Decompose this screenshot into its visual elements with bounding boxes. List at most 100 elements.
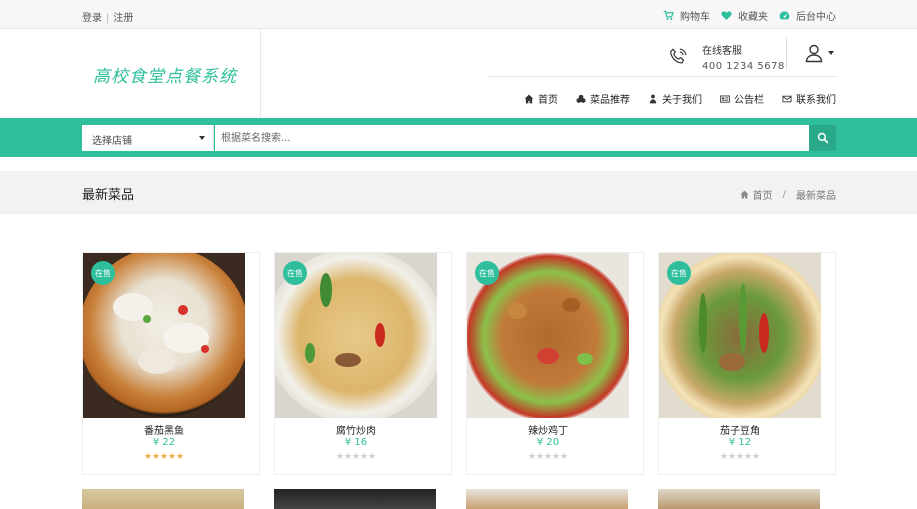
favorites-link[interactable]: 收藏夹 bbox=[721, 8, 768, 23]
nav-recommend-label: 菜品推荐 bbox=[590, 95, 630, 106]
service-title: 在线客服 bbox=[702, 46, 742, 57]
search-bar: 选择店铺 bbox=[0, 118, 917, 157]
dish-price: ¥ 20 bbox=[536, 437, 560, 448]
dish-photo bbox=[759, 313, 769, 353]
divider bbox=[786, 38, 787, 70]
nav-contact[interactable]: 联系我们 bbox=[782, 91, 836, 106]
nav-about[interactable]: 关于我们 bbox=[648, 91, 702, 106]
main-nav: 首页 菜品推荐 关于我们 公告栏 联系我们 bbox=[524, 91, 836, 106]
breadcrumb-home[interactable]: 首页 bbox=[753, 187, 773, 202]
dish-photo bbox=[335, 353, 361, 367]
dish-card[interactable] bbox=[658, 489, 836, 509]
person-icon bbox=[649, 94, 657, 103]
section-header: 最新菜品 首页 / 最新菜品 bbox=[0, 171, 917, 214]
star-icon: ★★★★★ bbox=[143, 452, 185, 462]
dish-photo bbox=[178, 305, 188, 315]
dish-card[interactable] bbox=[274, 489, 452, 509]
dish-card[interactable]: 在售 番茄黑鱼 ¥ 22 ★★★★★ bbox=[82, 252, 260, 475]
search-input[interactable] bbox=[215, 125, 809, 151]
rating-stars: ★★★★★ bbox=[275, 452, 437, 462]
dish-photo bbox=[320, 273, 332, 307]
nav-home[interactable]: 首页 bbox=[524, 91, 558, 106]
cart-label: 购物车 bbox=[680, 12, 710, 23]
heart-icon bbox=[721, 11, 732, 20]
admin-link[interactable]: 后台中心 bbox=[779, 8, 836, 23]
dish-photo bbox=[537, 348, 559, 364]
dish-image bbox=[82, 489, 244, 509]
dashboard-icon bbox=[779, 11, 790, 20]
dish-photo bbox=[739, 283, 747, 353]
breadcrumb-separator: / bbox=[782, 189, 786, 200]
dish-image bbox=[466, 489, 628, 509]
login-link[interactable]: 登录 bbox=[82, 13, 102, 24]
user-icon bbox=[805, 44, 823, 63]
cart-link[interactable]: 购物车 bbox=[663, 8, 710, 23]
home-icon bbox=[740, 190, 749, 199]
cart-icon bbox=[663, 10, 674, 20]
divider bbox=[488, 76, 836, 77]
user-menu[interactable] bbox=[804, 43, 834, 63]
dish-photo bbox=[375, 323, 385, 347]
star-icon: ★★★★★ bbox=[335, 452, 377, 462]
nav-notice-label: 公告栏 bbox=[734, 95, 764, 106]
newspaper-icon bbox=[720, 94, 730, 103]
logo[interactable]: 高校食堂点餐系统 bbox=[0, 29, 261, 118]
register-link[interactable]: 注册 bbox=[113, 13, 133, 24]
on-sale-badge: 在售 bbox=[667, 261, 691, 285]
top-bar: 登录 | 注册 购物车 收藏夹 后台中心 bbox=[0, 0, 917, 29]
dish-card[interactable]: 在售 茄子豆角 ¥ 12 ★★★★★ bbox=[658, 252, 836, 475]
nav-notice[interactable]: 公告栏 bbox=[720, 91, 764, 106]
logo-text: 高校食堂点餐系统 bbox=[93, 67, 237, 87]
rating-stars: ★★★★★ bbox=[83, 452, 245, 462]
on-sale-badge: 在售 bbox=[283, 261, 307, 285]
dish-price: ¥ 12 bbox=[728, 437, 752, 448]
dish-price: ¥ 16 bbox=[344, 437, 368, 448]
dish-photo bbox=[577, 353, 593, 365]
on-sale-badge: 在售 bbox=[475, 261, 499, 285]
home-icon bbox=[524, 94, 534, 103]
nav-home-label: 首页 bbox=[538, 95, 558, 106]
chevron-down-icon bbox=[828, 51, 834, 55]
store-select[interactable]: 选择店铺 bbox=[82, 125, 214, 151]
breadcrumb: 首页 / 最新菜品 bbox=[740, 187, 836, 202]
dish-photo bbox=[305, 343, 315, 363]
online-service[interactable]: 在线客服 400 1234 5678 bbox=[667, 42, 785, 72]
dish-photo bbox=[719, 353, 745, 371]
header: 高校食堂点餐系统 在线客服 400 1234 5678 首页 菜品推荐 关于我们… bbox=[0, 29, 917, 118]
dish-name[interactable]: 辣炒鸡丁 bbox=[467, 422, 629, 437]
dish-photo bbox=[143, 315, 151, 323]
on-sale-badge: 在售 bbox=[91, 261, 115, 285]
star-icon: ★★★★★ bbox=[527, 452, 569, 462]
dish-price: ¥ 22 bbox=[152, 437, 176, 448]
dish-name[interactable]: 茄子豆角 bbox=[659, 422, 821, 437]
dish-card[interactable]: 在售 辣炒鸡丁 ¥ 20 ★★★★★ bbox=[466, 252, 644, 475]
star-icon: ★★★★★ bbox=[719, 452, 761, 462]
auth-links: 登录 | 注册 bbox=[82, 9, 133, 24]
dish-card[interactable]: 在售 腐竹炒肉 ¥ 16 ★★★★★ bbox=[274, 252, 452, 475]
top-links: 购物车 收藏夹 后台中心 bbox=[663, 8, 836, 23]
dish-card[interactable] bbox=[82, 489, 260, 509]
dish-photo bbox=[699, 293, 707, 353]
dish-photo bbox=[507, 303, 527, 319]
divider: | bbox=[106, 13, 110, 24]
nav-contact-label: 联系我们 bbox=[796, 95, 836, 106]
search-button[interactable] bbox=[809, 125, 836, 151]
nav-recommend[interactable]: 菜品推荐 bbox=[576, 91, 630, 106]
chevron-down-icon bbox=[199, 136, 205, 140]
service-text: 在线客服 400 1234 5678 bbox=[702, 42, 785, 72]
admin-label: 后台中心 bbox=[796, 12, 836, 23]
section-title: 最新菜品 bbox=[82, 188, 135, 203]
dish-grid-row-2 bbox=[82, 489, 836, 509]
rating-stars: ★★★★★ bbox=[467, 452, 629, 462]
search-icon bbox=[817, 132, 828, 144]
favorites-label: 收藏夹 bbox=[738, 12, 768, 23]
dish-photo bbox=[138, 348, 176, 374]
dish-card[interactable] bbox=[466, 489, 644, 509]
dish-image bbox=[274, 489, 436, 509]
dish-photo bbox=[201, 345, 209, 353]
dish-name[interactable]: 腐竹炒肉 bbox=[275, 422, 437, 437]
dish-grid: 在售 番茄黑鱼 ¥ 22 ★★★★★ 在售 腐竹炒肉 ¥ 16 ★★★★★ 在售… bbox=[82, 252, 836, 475]
dish-name[interactable]: 番茄黑鱼 bbox=[83, 422, 245, 437]
rating-stars: ★★★★★ bbox=[659, 452, 821, 462]
envelope-icon bbox=[782, 95, 792, 102]
